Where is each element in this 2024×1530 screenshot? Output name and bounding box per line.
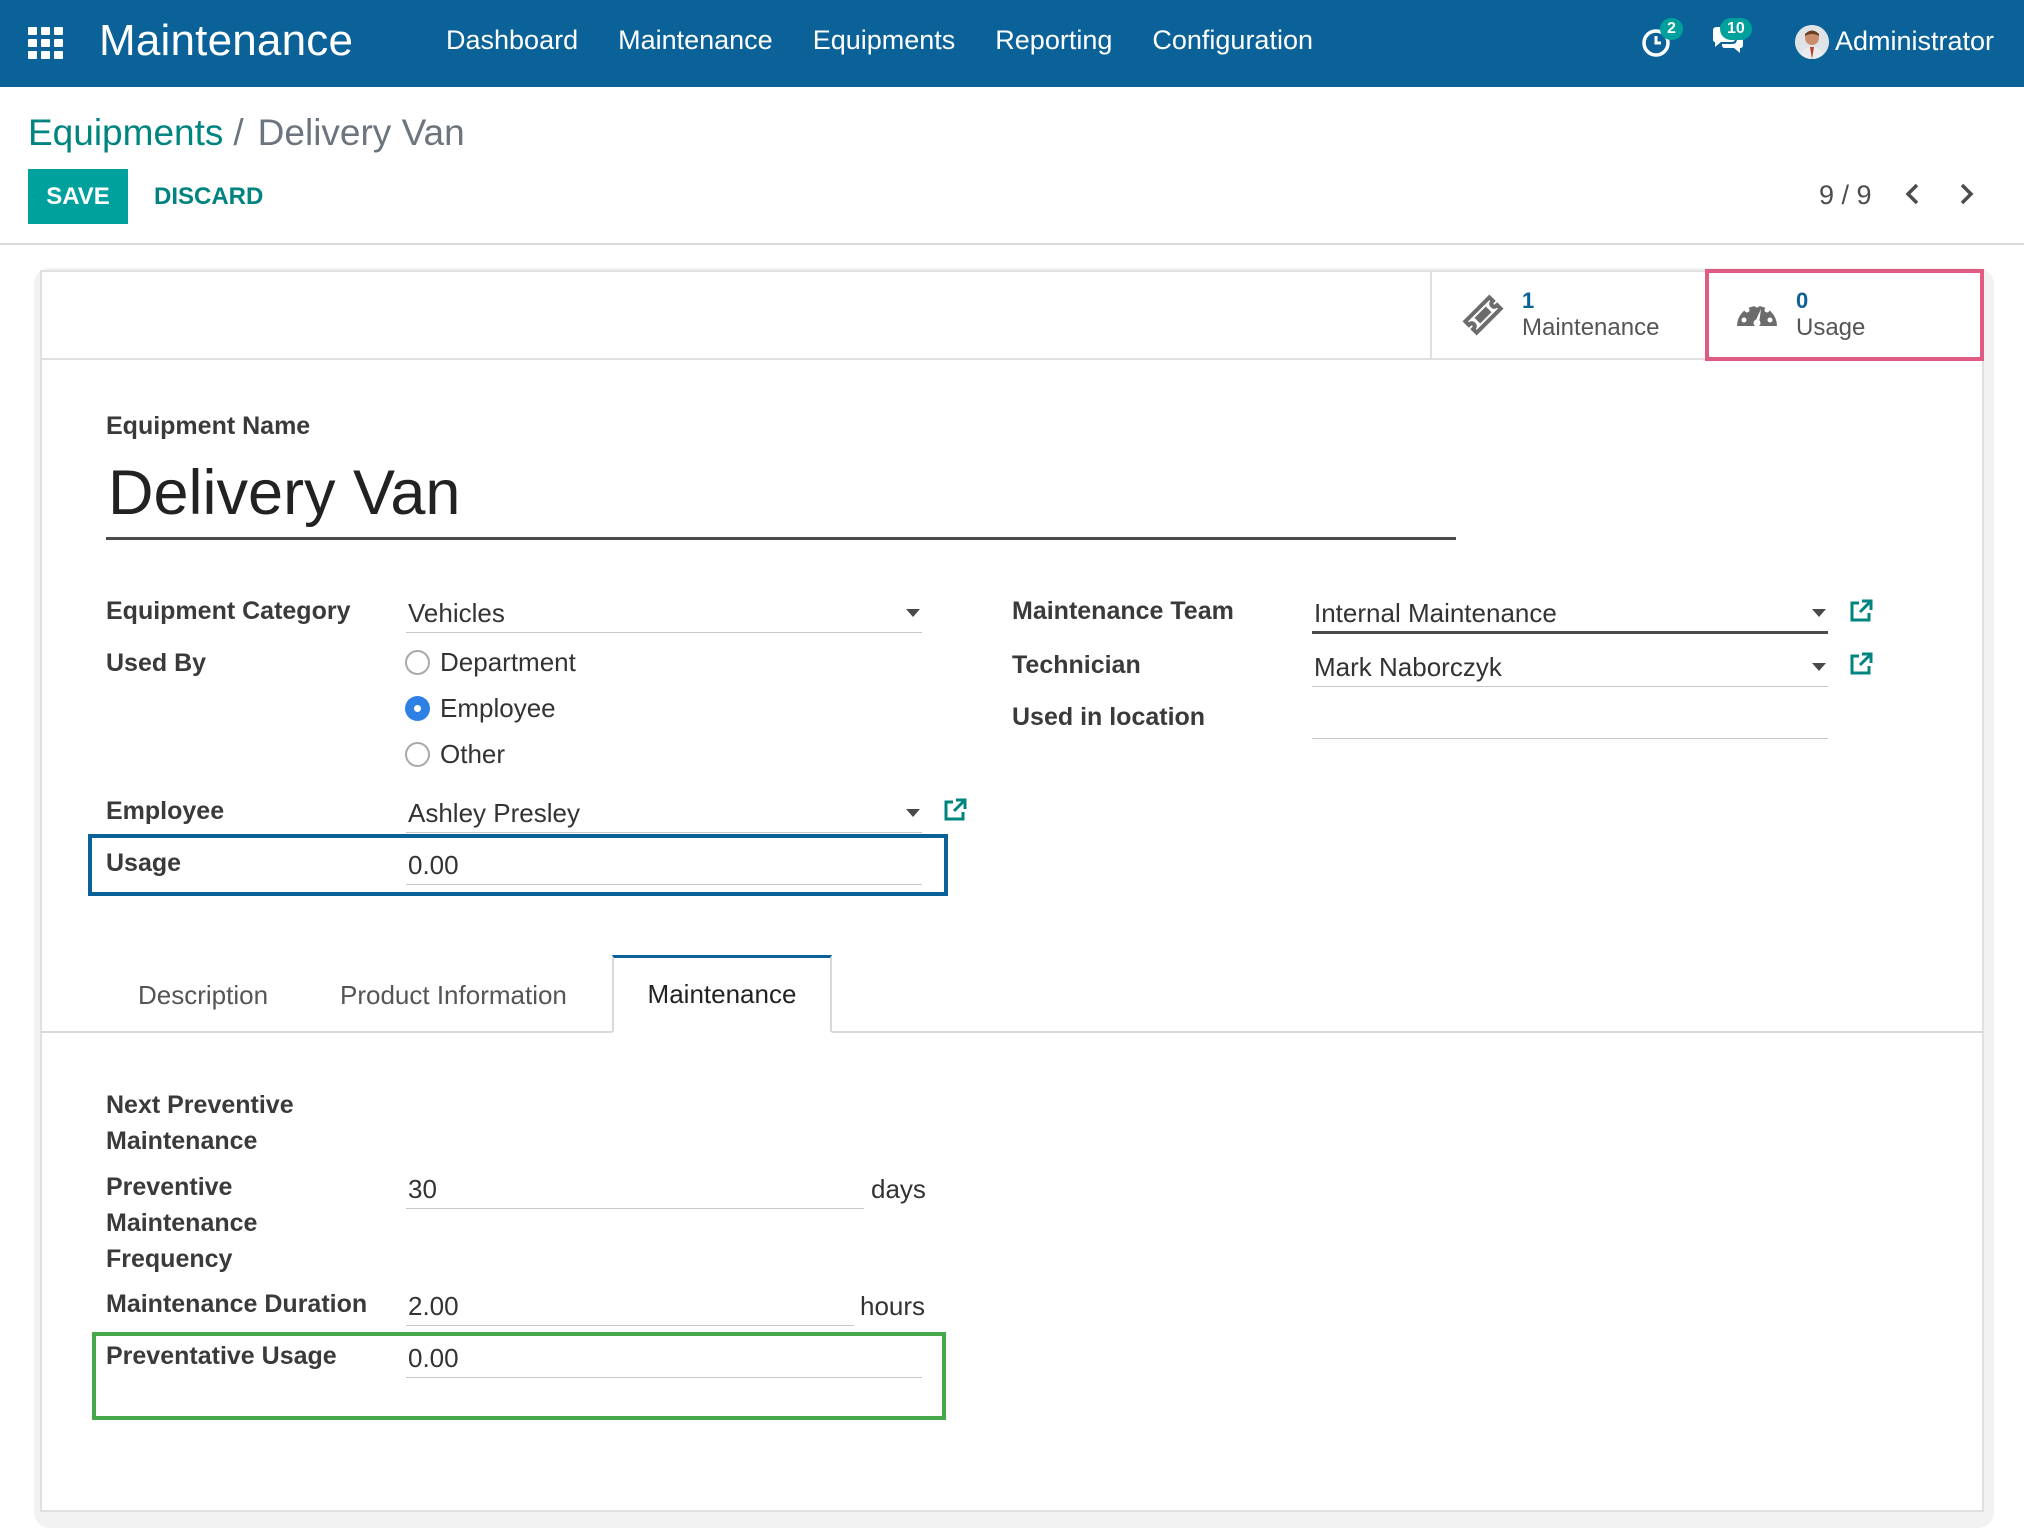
frequency-label-line2: Maintenance: [106, 1209, 258, 1237]
chevron-right-icon[interactable]: [1953, 178, 1979, 210]
radio-label-other: Other: [440, 739, 506, 769]
employee-underline: [406, 832, 922, 833]
app-title: Maintenance: [99, 16, 354, 65]
employee-field[interactable]: Ashley Presley: [408, 795, 580, 831]
usage-underline: [406, 884, 922, 885]
tab-description[interactable]: Description: [138, 975, 268, 1015]
equipment-category-label: Equipment Category: [106, 597, 351, 625]
usage-label: Usage: [106, 849, 182, 877]
equipment-name-label: Equipment Name: [106, 412, 311, 440]
employee-label: Employee: [106, 797, 225, 825]
maintenance-stat-label: Maintenance: [1522, 314, 1660, 341]
frequency-underline: [406, 1208, 864, 1209]
preventative-usage-underline: [406, 1377, 922, 1378]
frequency-label-line3: Frequency: [106, 1245, 233, 1273]
menu-item-maintenance[interactable]: Maintenance: [618, 25, 773, 56]
technician-underline: [1312, 686, 1828, 687]
breadcrumb-separator: /: [233, 112, 244, 153]
technician-dropdown-caret[interactable]: [1812, 663, 1826, 671]
user-menu[interactable]: Administrator: [1835, 26, 1994, 57]
equipment-name-input[interactable]: Delivery Van: [108, 452, 460, 534]
maintenance-smart-button[interactable]: 1 Maintenance: [1430, 272, 1706, 358]
usage-stat-label: Usage: [1796, 314, 1866, 341]
next-preventive-label-line2: Maintenance: [106, 1127, 258, 1155]
usage-smart-button[interactable]: 0 Usage: [1706, 272, 1982, 358]
external-link-icon[interactable]: [942, 797, 968, 823]
frequency-unit: days: [871, 1174, 926, 1204]
used-in-location-field[interactable]: [1314, 701, 1824, 737]
external-link-icon[interactable]: [1848, 651, 1874, 677]
chevron-left-icon[interactable]: [1900, 178, 1926, 210]
breadcrumb: Equipments / Delivery Van: [28, 112, 465, 154]
maintenance-count: 1: [1522, 288, 1535, 313]
location-underline: [1312, 738, 1828, 739]
preventative-usage-field[interactable]: 0.00: [408, 1340, 459, 1376]
top-navbar: Maintenance Dashboard Maintenance Equipm…: [0, 0, 2024, 87]
radio-department[interactable]: [405, 650, 430, 675]
technician-field[interactable]: Mark Naborczyk: [1314, 649, 1502, 685]
tab-maintenance[interactable]: Maintenance: [612, 955, 832, 1033]
message-count-badge: 10: [1720, 18, 1752, 40]
apps-menu-icon[interactable]: [28, 27, 64, 59]
menu-item-reporting[interactable]: Reporting: [995, 25, 1112, 56]
ticket-icon: [1462, 294, 1504, 336]
frequency-label-line1: Preventive: [106, 1173, 233, 1201]
frequency-field[interactable]: 30: [408, 1171, 437, 1207]
usage-count: 0: [1796, 288, 1809, 313]
tab-product-information[interactable]: Product Information: [340, 975, 567, 1015]
save-button[interactable]: SAVE: [28, 169, 128, 224]
next-preventive-label-line1: Next Preventive: [106, 1091, 294, 1119]
radio-other[interactable]: [405, 742, 430, 767]
menu-item-configuration[interactable]: Configuration: [1152, 25, 1313, 56]
duration-underline: [406, 1325, 854, 1326]
activity-count-badge: 2: [1660, 18, 1683, 40]
menu-item-equipments[interactable]: Equipments: [813, 25, 956, 56]
control-panel-divider: [0, 243, 2024, 245]
menu-item-dashboard[interactable]: Dashboard: [446, 25, 578, 56]
main-menu: Dashboard Maintenance Equipments Reporti…: [446, 25, 1353, 56]
discard-button[interactable]: DISCARD: [154, 169, 263, 224]
team-dropdown-caret[interactable]: [1812, 609, 1826, 617]
duration-unit: hours: [860, 1291, 926, 1321]
equipment-category-field[interactable]: Vehicles: [408, 595, 505, 631]
team-underline: [1312, 631, 1828, 634]
tabs-divider: [42, 1031, 1982, 1033]
duration-field[interactable]: 2.00: [408, 1288, 459, 1324]
external-link-icon[interactable]: [1848, 598, 1874, 624]
maintenance-team-field[interactable]: Internal Maintenance: [1314, 595, 1557, 631]
preventative-usage-label: Preventative Usage: [106, 1342, 337, 1370]
employee-dropdown-caret[interactable]: [906, 809, 920, 817]
radio-employee[interactable]: [405, 696, 430, 721]
equipment-name-underline: [106, 537, 1456, 540]
used-in-location-label: Used in location: [1012, 703, 1206, 731]
smart-button-box: 1 Maintenance 0 Usage: [42, 272, 1982, 360]
breadcrumb-equipments[interactable]: Equipments: [28, 112, 223, 154]
user-avatar[interactable]: [1795, 25, 1829, 59]
radio-label-employee: Employee: [440, 693, 556, 723]
used-by-label: Used By: [106, 649, 207, 677]
pager-value: 9 / 9: [1819, 180, 1872, 210]
maintenance-team-label: Maintenance Team: [1012, 597, 1234, 625]
usage-field[interactable]: 0.00: [408, 847, 459, 883]
dashboard-gauge-icon: [1737, 302, 1777, 327]
category-underline: [406, 632, 922, 633]
category-dropdown-caret[interactable]: [906, 609, 920, 617]
duration-label: Maintenance Duration: [106, 1290, 368, 1318]
radio-label-department: Department: [440, 647, 576, 677]
breadcrumb-current: Delivery Van: [257, 112, 465, 153]
technician-label: Technician: [1012, 651, 1141, 679]
